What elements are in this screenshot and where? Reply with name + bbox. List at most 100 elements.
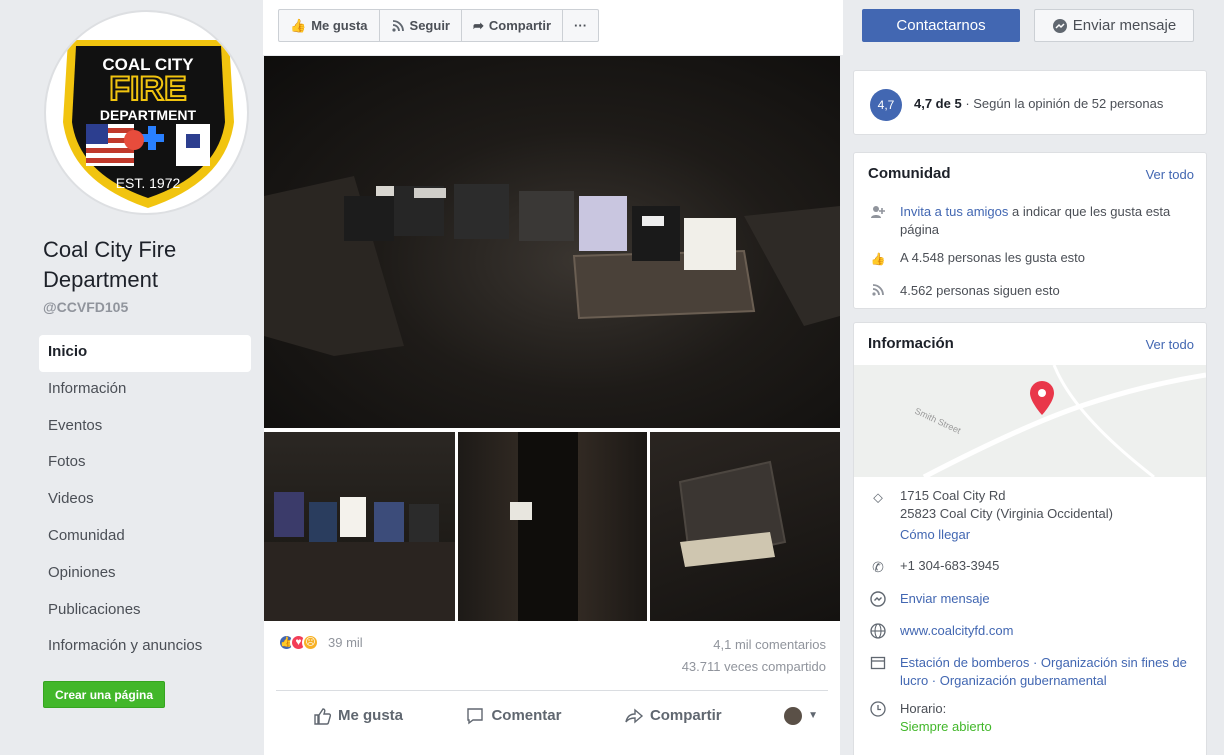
map-street-label: Smith Street [913, 406, 963, 436]
info-title: Información [868, 335, 954, 352]
post-photo-4[interactable] [650, 432, 840, 621]
create-page-button[interactable]: Crear una página [43, 681, 166, 708]
directions-link[interactable]: Cómo llegar [900, 526, 1113, 544]
page-avatar-small [784, 706, 803, 725]
rating-review-count: · Según la opinión de 52 personas [961, 96, 1164, 111]
community-title: Comunidad [868, 165, 951, 182]
more-options-button[interactable]: ··· [563, 10, 598, 41]
messenger-icon [870, 591, 886, 607]
location-map[interactable]: Smith Street [854, 365, 1206, 477]
address-line-1: 1715 Coal City Rd [900, 488, 1006, 503]
sad-reaction-icon: ☹ [302, 634, 319, 651]
post-card: 👍 ♥ ☹ 39 mil 4,1 mil comentarios 43.711 … [264, 56, 840, 755]
globe-icon [870, 623, 886, 639]
messenger-icon [1052, 18, 1067, 33]
reactions-summary[interactable]: 👍 ♥ ☹ 39 mil [278, 634, 363, 651]
more-options-label: ··· [574, 18, 588, 33]
rating-card: 4,7 4,7 de 5 · Según la opinión de 52 pe… [853, 70, 1207, 135]
clock-icon [870, 701, 886, 717]
hours-row: Horario: Siempre abierto [868, 700, 992, 736]
post-photo-2[interactable] [264, 432, 455, 621]
nav-item-publicaciones[interactable]: Publicaciones [39, 593, 251, 630]
page-nav: Inicio Información Eventos Fotos Videos … [39, 335, 251, 666]
post-action-bar: Me gusta Comentar Compartir ▼ [276, 690, 828, 740]
post-as-selector[interactable]: ▼ [784, 706, 818, 725]
page-handle[interactable]: @CCVFD105 [43, 299, 128, 315]
reactions-count: 39 mil [328, 635, 363, 650]
rss-follow-icon [872, 284, 884, 296]
website-link[interactable]: www.coalcityfd.com [900, 622, 1013, 640]
burned-book-photo [678, 460, 787, 567]
info-card: Información Ver todo Smith Street ⬦ 1715… [853, 322, 1207, 755]
phone-row: ✆ +1 304-683-3945 [868, 557, 999, 576]
page-action-bar: 👍 Me gusta Seguir ➦ Compartir ··· [278, 9, 600, 42]
share-page-label: Compartir [488, 18, 552, 33]
share-page-button[interactable]: ➦ Compartir [462, 10, 564, 41]
nav-item-opiniones[interactable]: Opiniones [39, 556, 251, 593]
category-tag-icon [870, 656, 886, 670]
follow-page-label: Seguir [409, 18, 450, 33]
directions-icon: ⬦ [873, 489, 883, 505]
post-share-button[interactable]: Compartir [624, 706, 722, 726]
hours-value: Siempre abierto [900, 719, 992, 734]
address-row: ⬦ 1715 Coal City Rd 25823 Coal City (Vir… [868, 487, 1188, 544]
community-see-all-link[interactable]: Ver todo [1146, 167, 1194, 182]
doorway-photo [510, 432, 578, 621]
follow-page-button[interactable]: Seguir [380, 10, 462, 41]
thumbs-up-outline-icon [314, 707, 332, 725]
bibles-table-photo [264, 492, 455, 621]
send-message-button[interactable]: Enviar mensaje [1034, 9, 1194, 42]
logo-sub-text: DEPARTMENT [100, 107, 197, 123]
nav-item-videos[interactable]: Videos [39, 482, 251, 519]
likes-row: 👍 A 4.548 personas les gusta esto [868, 249, 1086, 268]
rss-follow-icon [391, 19, 404, 32]
invite-friends-row: Invita a tus amigos a indicar que les gu… [868, 203, 1188, 239]
nav-item-inicio[interactable]: Inicio [39, 335, 251, 372]
share-arrow-outline-icon [625, 707, 644, 724]
contact-us-button[interactable]: Contactarnos [862, 9, 1020, 42]
rating-badge: 4,7 [870, 89, 902, 121]
engagement-counts: 4,1 mil comentarios 43.711 veces compart… [682, 634, 826, 678]
send-message-link[interactable]: Enviar mensaje [900, 590, 990, 608]
fire-department-logo: COAL CITY FIRE DEPARTMENT EST. 1972 [63, 40, 234, 208]
burned-bibles-photo [264, 176, 840, 356]
post-comment-button[interactable]: Comentar [465, 706, 561, 726]
nav-item-info-anuncios[interactable]: Información y anuncios [39, 629, 251, 666]
page-title: Coal City Fire Department [43, 237, 177, 292]
nav-item-eventos[interactable]: Eventos [39, 409, 251, 446]
thumbs-up-icon: 👍 [290, 17, 307, 33]
map-graphic: Smith Street [913, 365, 1206, 477]
shares-count[interactable]: 43.711 veces compartido [682, 656, 826, 678]
categories-row: Estación de bomberos · Organización sin … [868, 654, 1188, 690]
nav-item-informacion[interactable]: Información [39, 372, 251, 409]
post-photo-main[interactable] [264, 56, 840, 428]
phone-number[interactable]: +1 304-683-3945 [900, 557, 999, 576]
share-arrow-icon: ➦ [473, 17, 484, 33]
page-profile-picture[interactable]: COAL CITY FIRE DEPARTMENT EST. 1972 [44, 10, 249, 215]
map-pin-icon [1030, 381, 1054, 415]
post-like-button[interactable]: Me gusta [312, 706, 403, 726]
invite-friends-link[interactable]: Invita a tus amigos [900, 204, 1008, 219]
chevron-down-icon: ▼ [808, 710, 818, 721]
categories-links[interactable]: Estación de bomberos · Organización sin … [900, 654, 1188, 690]
comments-count[interactable]: 4,1 mil comentarios [682, 634, 826, 656]
post-share-label: Compartir [649, 707, 722, 724]
info-see-all-link[interactable]: Ver todo [1146, 337, 1194, 352]
address-line-2: 25823 Coal City (Virginia Occidental) [900, 506, 1113, 521]
like-page-button[interactable]: 👍 Me gusta [279, 10, 380, 41]
hours-label: Horario: [900, 701, 947, 716]
thumbs-up-icon: 👍 [870, 252, 886, 266]
community-card: Comunidad Ver todo Invita a tus amigos a… [853, 152, 1207, 309]
left-sidebar: COAL CITY FIRE DEPARTMENT EST. 1972 Coal… [0, 0, 263, 755]
invite-friends-icon [871, 206, 885, 218]
rating-summary[interactable]: 4,7 de 5 · Según la opinión de 52 person… [914, 96, 1163, 111]
comment-bubble-icon [467, 707, 484, 724]
website-row: www.coalcityfd.com [868, 622, 1013, 640]
logo-est-text: EST. 1972 [116, 175, 181, 191]
nav-item-fotos[interactable]: Fotos [39, 445, 251, 482]
follows-count-text: 4.562 personas siguen esto [900, 283, 1060, 298]
post-photo-3[interactable] [458, 432, 647, 621]
like-page-label: Me gusta [311, 18, 368, 33]
nav-item-comunidad[interactable]: Comunidad [39, 519, 251, 556]
post-like-label: Me gusta [338, 707, 404, 724]
